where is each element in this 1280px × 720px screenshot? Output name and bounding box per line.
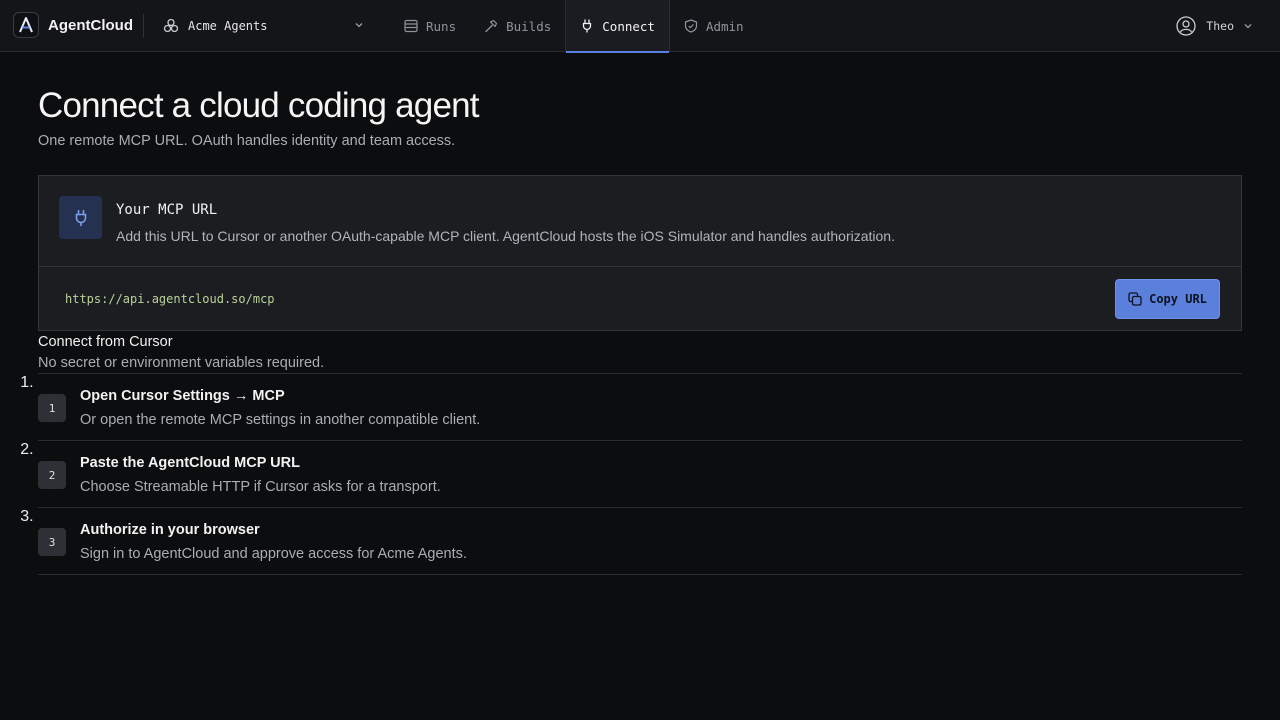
step-description: Or open the remote MCP settings in anoth… — [80, 412, 481, 428]
connect-section-title: Connect from Cursor — [38, 334, 173, 350]
plug-icon — [583, 19, 592, 33]
list-icon — [404, 19, 418, 33]
nav-tab-admin[interactable]: Admin — [670, 0, 758, 52]
setup-step: 3 Authorize in your browser Sign in to A… — [38, 508, 1242, 575]
avatar-icon — [1176, 16, 1196, 36]
chevron-down-icon — [355, 23, 363, 28]
nav-tab-label: Runs — [426, 18, 457, 34]
step-title: Authorize in your browser — [80, 522, 260, 538]
step-number-badge: 2 — [38, 461, 66, 489]
copy-icon — [1128, 292, 1142, 306]
chevron-down-icon — [1244, 24, 1252, 29]
copy-url-button[interactable]: Copy URL — [1115, 279, 1220, 319]
main-nav: Runs Builds Connect Admin — [390, 0, 758, 53]
top-nav-bar: AgentCloud Acme Agents Runs Builds Conne… — [0, 0, 1280, 53]
workspace-switcher[interactable]: Acme Agents — [163, 12, 373, 40]
nav-tab-label: Connect — [602, 18, 655, 34]
hammer-icon — [485, 19, 498, 33]
user-menu[interactable]: Theo — [1176, 14, 1254, 38]
copy-url-label: Copy URL — [1149, 292, 1207, 306]
nav-tab-runs[interactable]: Runs — [390, 0, 470, 52]
page-title: Connect a cloud coding agent — [38, 86, 480, 125]
mcp-card-description: Add this URL to Cursor or another OAuth-… — [116, 228, 895, 244]
step-description: Sign in to AgentCloud and approve access… — [80, 546, 467, 562]
setup-step: 2 Paste the AgentCloud MCP URL Choose St… — [38, 441, 1242, 508]
step-number-badge: 3 — [38, 528, 66, 556]
workspace-name: Acme Agents — [188, 19, 268, 33]
page-subtitle: One remote MCP URL. OAuth handles identi… — [38, 133, 456, 149]
nav-tab-connect[interactable]: Connect — [565, 0, 670, 53]
mcp-url-card: Your MCP URL Add this URL to Cursor or a… — [38, 175, 1242, 331]
user-name: Theo — [1206, 19, 1234, 33]
shield-icon — [684, 19, 698, 33]
connect-section-subtitle: No secret or environment variables requi… — [38, 355, 325, 371]
step-title: Paste the AgentCloud MCP URL — [80, 455, 300, 471]
setup-steps-list: 1 Open Cursor Settings → MCP Or open the… — [38, 373, 1242, 575]
workspace-icon — [163, 18, 179, 33]
mcp-card-title: Your MCP URL — [116, 202, 218, 218]
header-divider — [143, 14, 144, 38]
mcp-url-value[interactable]: https://api.agentcloud.so/mcp — [65, 292, 275, 306]
nav-tab-builds[interactable]: Builds — [470, 0, 565, 52]
setup-step: 1 Open Cursor Settings → MCP Or open the… — [38, 374, 1242, 441]
step-title: Open Cursor Settings → MCP — [80, 388, 285, 404]
step-number-badge: 1 — [38, 394, 66, 422]
card-divider — [39, 266, 1241, 267]
nav-tab-label: Admin — [705, 18, 744, 34]
agentcloud-logo-icon[interactable] — [13, 12, 39, 38]
mcp-card-header: Your MCP URL Add this URL to Cursor or a… — [39, 176, 1241, 267]
step-description: Choose Streamable HTTP if Cursor asks fo… — [80, 479, 441, 495]
brand-name[interactable]: AgentCloud — [48, 17, 133, 34]
nav-tab-label: Builds — [506, 18, 552, 34]
plug-icon — [59, 196, 102, 239]
